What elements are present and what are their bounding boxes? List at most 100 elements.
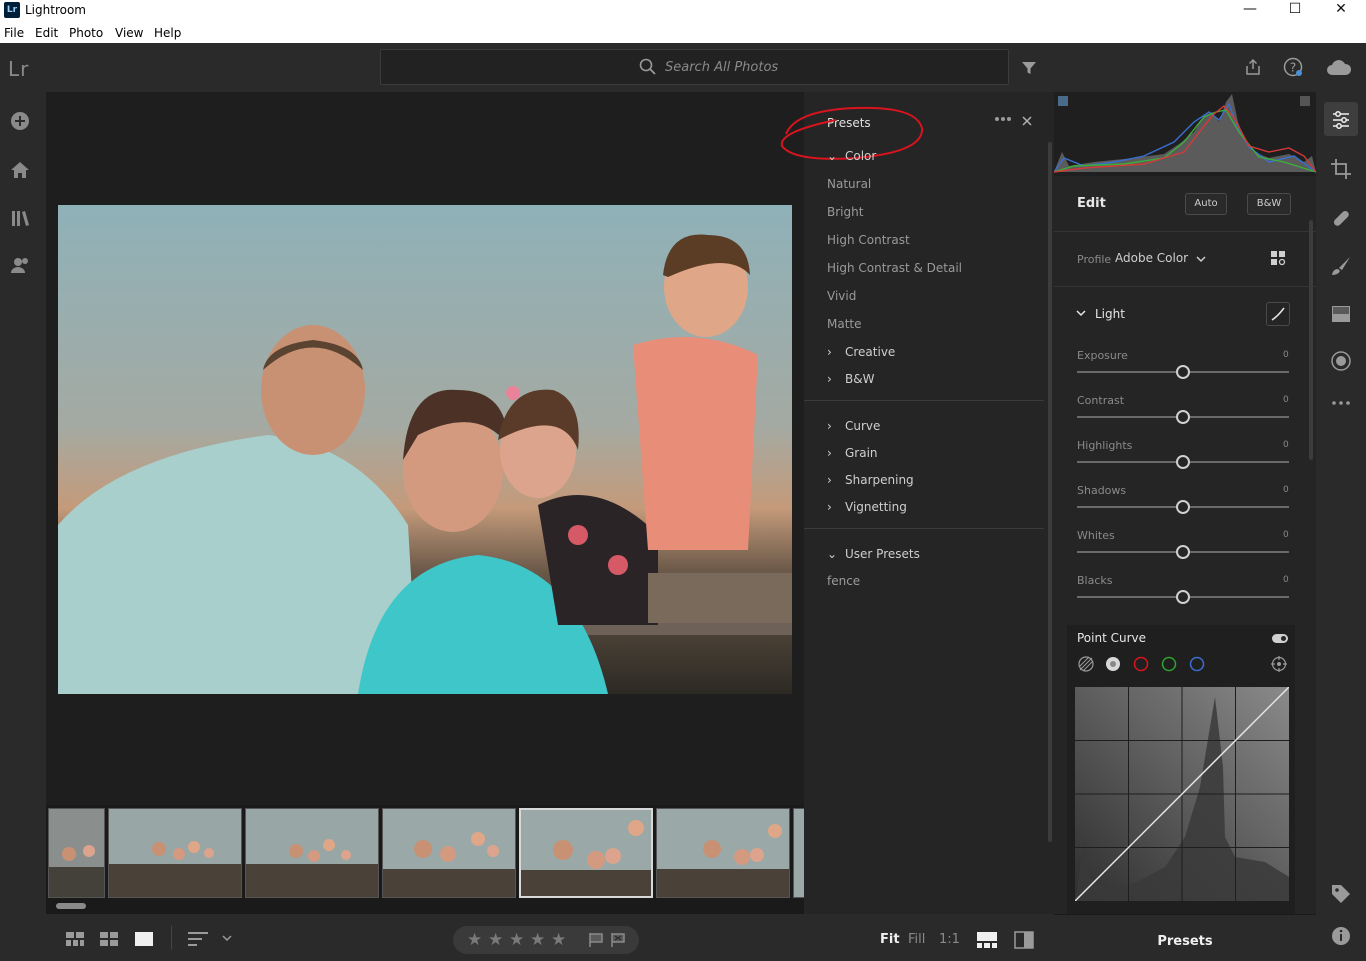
star-icon[interactable]: ★ bbox=[551, 930, 566, 950]
filmstrip-thumb[interactable] bbox=[48, 808, 105, 898]
parametric-curve-icon[interactable] bbox=[1077, 655, 1095, 673]
zoom-1to1-button[interactable]: 1:1 bbox=[939, 932, 960, 947]
radial-gradient-icon[interactable] bbox=[1330, 350, 1352, 372]
green-channel-icon[interactable] bbox=[1161, 656, 1177, 672]
filmstrip-scrollbar[interactable] bbox=[56, 903, 86, 909]
preset-group-curve[interactable]: › Curve bbox=[827, 419, 880, 433]
preset-group-user-presets[interactable]: ⌄ User Presets bbox=[827, 547, 920, 561]
share-icon[interactable] bbox=[1244, 58, 1262, 76]
help-icon[interactable]: ? bbox=[1283, 57, 1303, 77]
square-grid-icon[interactable] bbox=[66, 932, 84, 946]
menu-photo[interactable]: Photo bbox=[69, 26, 103, 40]
highlight-clipping-toggle[interactable] bbox=[1300, 96, 1310, 106]
slider-knob-whites[interactable] bbox=[1176, 545, 1190, 559]
tag-icon[interactable] bbox=[1330, 883, 1352, 905]
preset-group-color[interactable]: ⌄ Color bbox=[827, 149, 876, 163]
compare-icon[interactable] bbox=[1014, 931, 1034, 949]
slider-value-blacks[interactable]: 0 bbox=[1283, 575, 1289, 585]
edit-sliders-icon[interactable] bbox=[1330, 109, 1352, 131]
light-section-title[interactable]: Light bbox=[1095, 307, 1125, 321]
zoom-fit-button[interactable]: Fit bbox=[880, 932, 900, 947]
slider-knob-shadows[interactable] bbox=[1176, 500, 1190, 514]
brush-icon[interactable] bbox=[1330, 255, 1352, 277]
more-options-icon[interactable] bbox=[994, 116, 1012, 122]
slider-knob-exposure[interactable] bbox=[1176, 365, 1190, 379]
close-icon[interactable] bbox=[1022, 116, 1032, 126]
linear-gradient-icon[interactable] bbox=[1330, 303, 1352, 325]
crop-icon[interactable] bbox=[1330, 158, 1352, 180]
filter-icon[interactable] bbox=[1021, 60, 1037, 76]
menu-file[interactable]: File bbox=[4, 26, 24, 40]
flag-pick-icon[interactable] bbox=[589, 933, 603, 947]
healing-icon[interactable] bbox=[1330, 207, 1352, 229]
menu-edit[interactable]: Edit bbox=[35, 26, 58, 40]
preset-group-grain[interactable]: › Grain bbox=[827, 446, 878, 460]
rgb-channel-icon[interactable] bbox=[1105, 656, 1121, 672]
search-box[interactable] bbox=[380, 49, 1009, 85]
detail-view-icon[interactable] bbox=[135, 932, 153, 946]
preset-item[interactable]: Natural bbox=[827, 177, 871, 191]
chevron-down-icon[interactable] bbox=[222, 935, 232, 942]
menu-view[interactable]: View bbox=[115, 26, 143, 40]
target-adjust-icon[interactable] bbox=[1271, 656, 1287, 672]
people-icon[interactable] bbox=[10, 255, 30, 275]
presets-scrollbar[interactable] bbox=[1048, 142, 1052, 842]
preset-group-creative[interactable]: › Creative bbox=[827, 345, 895, 359]
preset-item[interactable]: Vivid bbox=[827, 289, 856, 303]
sort-icon[interactable] bbox=[188, 932, 208, 946]
add-photos-icon[interactable] bbox=[10, 111, 30, 131]
bw-button[interactable]: B&W bbox=[1247, 193, 1291, 215]
slider-value-contrast[interactable]: 0 bbox=[1283, 395, 1289, 405]
slider-knob-highlights[interactable] bbox=[1176, 455, 1190, 469]
filmstrip-thumb[interactable] bbox=[108, 808, 242, 898]
preset-group-vignetting[interactable]: › Vignetting bbox=[827, 500, 907, 514]
library-icon[interactable] bbox=[10, 208, 30, 228]
auto-button[interactable]: Auto bbox=[1185, 193, 1227, 215]
slider-knob-blacks[interactable] bbox=[1176, 590, 1190, 604]
main-photo[interactable] bbox=[58, 205, 792, 694]
search-input[interactable] bbox=[665, 57, 965, 77]
preset-item[interactable]: Matte bbox=[827, 317, 862, 331]
chevron-down-icon[interactable] bbox=[1076, 310, 1086, 317]
filmstrip-thumb[interactable] bbox=[382, 808, 516, 898]
zoom-fill-button[interactable]: Fill bbox=[908, 932, 925, 947]
slider-value-exposure[interactable]: 0 bbox=[1283, 350, 1289, 360]
slider-value-highlights[interactable]: 0 bbox=[1283, 440, 1289, 450]
filmstrip-thumb[interactable] bbox=[245, 808, 379, 898]
star-icon[interactable]: ★ bbox=[509, 930, 524, 950]
blue-channel-icon[interactable] bbox=[1189, 656, 1205, 672]
grid-view-icon[interactable] bbox=[100, 932, 118, 946]
star-icon[interactable]: ★ bbox=[530, 930, 545, 950]
red-channel-icon[interactable] bbox=[1133, 656, 1149, 672]
point-curve-toggle[interactable] bbox=[1272, 634, 1288, 643]
preset-group-bw[interactable]: › B&W bbox=[827, 372, 874, 386]
chevron-down-icon[interactable] bbox=[1196, 256, 1206, 263]
slider-value-whites[interactable]: 0 bbox=[1283, 530, 1289, 540]
filmstrip-thumb-selected[interactable] bbox=[519, 808, 653, 898]
menu-help[interactable]: Help bbox=[154, 26, 181, 40]
preset-item[interactable]: High Contrast bbox=[827, 233, 910, 247]
star-icon[interactable]: ★ bbox=[488, 930, 503, 950]
maximize-button[interactable]: ☐ bbox=[1272, 0, 1318, 22]
filmstrip-thumb[interactable] bbox=[656, 808, 790, 898]
preset-item[interactable]: High Contrast & Detail bbox=[827, 261, 962, 275]
info-icon[interactable] bbox=[1330, 925, 1352, 947]
more-tools-icon[interactable] bbox=[1330, 392, 1352, 414]
preset-group-sharpening[interactable]: › Sharpening bbox=[827, 473, 914, 487]
profile-browser-icon[interactable] bbox=[1270, 250, 1286, 266]
close-window-button[interactable]: ✕ bbox=[1318, 0, 1364, 22]
star-icon[interactable]: ★ bbox=[467, 930, 482, 950]
slider-knob-contrast[interactable] bbox=[1176, 410, 1190, 424]
point-curve-graph[interactable] bbox=[1075, 687, 1289, 901]
profile-select[interactable]: Adobe Color bbox=[1115, 251, 1188, 265]
flag-reject-icon[interactable] bbox=[611, 933, 625, 947]
tone-curve-button[interactable] bbox=[1266, 302, 1290, 326]
edit-panel-scrollbar[interactable] bbox=[1309, 220, 1313, 460]
home-icon[interactable] bbox=[10, 160, 30, 180]
cloud-icon[interactable] bbox=[1326, 58, 1352, 76]
preset-item[interactable]: Bright bbox=[827, 205, 863, 219]
shadow-clipping-toggle[interactable] bbox=[1058, 96, 1068, 106]
minimize-button[interactable]: — bbox=[1227, 0, 1273, 22]
slider-value-shadows[interactable]: 0 bbox=[1283, 485, 1289, 495]
presets-footer-button[interactable]: Presets bbox=[1054, 914, 1316, 961]
